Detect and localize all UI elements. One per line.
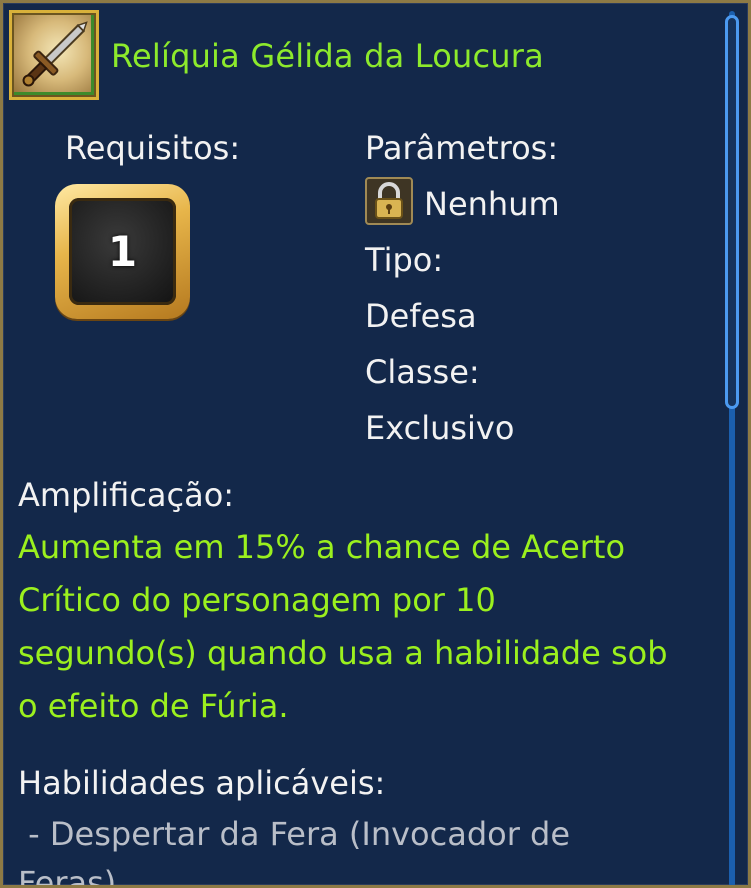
class-label: Classe:: [365, 353, 480, 391]
amplification-line: o efeito de Fúria.: [18, 687, 289, 725]
applicable-skills-label: Habilidades aplicáveis:: [18, 764, 386, 802]
scrollbar-thumb[interactable]: [725, 15, 739, 409]
level-requirement-value: 1: [107, 227, 138, 276]
parameters-label: Parâmetros:: [365, 129, 559, 167]
type-label: Tipo:: [365, 241, 444, 279]
requirements-label: Requisitos:: [65, 129, 241, 167]
amplification-label: Amplificação:: [18, 476, 235, 514]
parameters-value: Nenhum: [424, 185, 560, 223]
dagger-relic-icon: [9, 10, 99, 100]
applicable-skill-item: - Despertar da Fera (Invocador de: [18, 815, 571, 853]
vertical-scrollbar[interactable]: [725, 11, 739, 885]
amplification-line: segundo(s) quando usa a habilidade sob: [18, 634, 668, 672]
amplification-line: Aumenta em 15% a chance de Acerto: [18, 528, 626, 566]
class-value: Exclusivo: [365, 409, 515, 447]
amplification-line: Crítico do personagem por 10: [18, 581, 496, 619]
item-tooltip-panel: Relíquia Gélida da Loucura Requisitos: 1…: [0, 0, 751, 888]
padlock-icon: [365, 177, 413, 225]
applicable-skill-item: Feras): [18, 864, 117, 888]
item-title: Relíquia Gélida da Loucura: [111, 37, 544, 75]
level-requirement-badge: 1: [55, 184, 190, 319]
type-value: Defesa: [365, 297, 477, 335]
